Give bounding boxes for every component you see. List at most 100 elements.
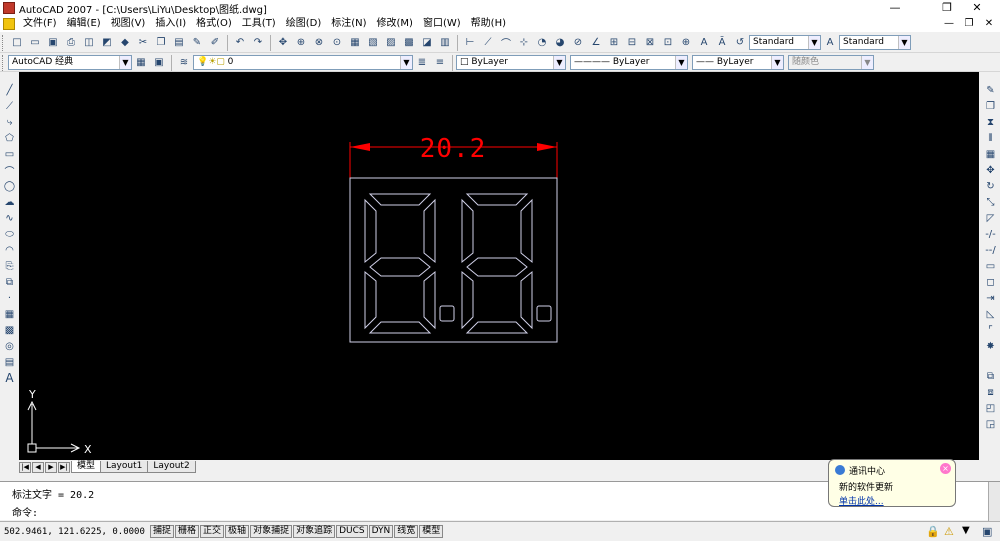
tab-layout2[interactable]: Layout2 — [147, 461, 196, 473]
make-current-layer-icon[interactable]: ≣ — [414, 55, 430, 71]
communication-center-icon[interactable]: ⚠ — [944, 525, 954, 538]
explode-icon[interactable]: ✸ — [983, 338, 999, 354]
tab-prev-icon[interactable]: ◀ — [32, 462, 44, 473]
diameter-dim-icon[interactable]: ⊘ — [570, 35, 586, 51]
send-under-icon[interactable]: ◲ — [983, 416, 999, 432]
offset-icon[interactable]: ⫴ — [983, 130, 999, 146]
make-block-icon[interactable]: ⧉ — [2, 274, 18, 290]
fillet-icon[interactable]: ⌜ — [983, 322, 999, 338]
hatch-icon[interactable]: ▦ — [2, 306, 18, 322]
tab-next-icon[interactable]: ▶ — [45, 462, 57, 473]
scale-icon[interactable]: ⤡ — [983, 194, 999, 210]
minimize-button[interactable]: — — [880, 0, 910, 16]
dim-style-select[interactable]: Standard ▼ — [839, 35, 911, 50]
doc-minimize-button[interactable]: — — [940, 16, 958, 32]
save-icon[interactable]: ▣ — [45, 35, 61, 51]
command-scrollbar[interactable] — [988, 482, 1000, 521]
circle-icon[interactable]: ◯ — [2, 178, 18, 194]
zoom-window-icon[interactable]: ⊗ — [311, 35, 327, 51]
redo-icon[interactable]: ↷ — [250, 35, 266, 51]
tab-layout1[interactable]: Layout1 — [100, 461, 149, 473]
dim-update-icon[interactable]: ↺ — [732, 35, 748, 51]
multiline-text-icon[interactable]: A — [2, 370, 18, 386]
chamfer-icon[interactable]: ◺ — [983, 306, 999, 322]
doc-restore-button[interactable]: ❐ — [960, 16, 978, 32]
menu-view[interactable]: 视图(V) — [106, 16, 151, 32]
paste-icon[interactable]: ▤ — [171, 35, 187, 51]
menu-edit[interactable]: 编辑(E) — [62, 16, 106, 32]
dim-style-icon[interactable]: A — [822, 35, 838, 51]
copy-object-icon[interactable]: ❐ — [983, 98, 999, 114]
design-center-icon[interactable]: ▧ — [365, 35, 381, 51]
mirror-icon[interactable]: ⧗ — [983, 114, 999, 130]
print-icon[interactable]: ⎙ — [63, 35, 79, 51]
close-icon[interactable]: × — [940, 463, 951, 474]
seven-segment-digit-1[interactable] — [364, 193, 455, 334]
quick-dim-icon[interactable]: ⊞ — [606, 35, 622, 51]
otrack-toggle[interactable]: 对象追踪 — [293, 525, 336, 538]
workspace-save-icon[interactable]: ▣ — [151, 55, 167, 71]
polar-toggle[interactable]: 极轴 — [225, 525, 250, 538]
menu-insert[interactable]: 插入(I) — [150, 16, 191, 32]
snap-toggle[interactable]: 捕捉 — [150, 525, 175, 538]
autocad-app-icon[interactable] — [3, 2, 15, 14]
array-icon[interactable]: ▦ — [983, 146, 999, 162]
sheet-set-icon[interactable]: ▩ — [401, 35, 417, 51]
rotate-icon[interactable]: ↻ — [983, 178, 999, 194]
osnap-toggle[interactable]: 对象捕捉 — [250, 525, 293, 538]
bring-to-front-icon[interactable]: ⧉ — [983, 368, 999, 384]
break-at-point-icon[interactable]: ▭ — [983, 258, 999, 274]
doc-close-button[interactable]: ✕ — [980, 16, 998, 32]
toolbar-grip[interactable] — [2, 54, 5, 71]
join-icon[interactable]: ⇥ — [983, 290, 999, 306]
ducs-toggle[interactable]: DUCS — [336, 525, 368, 538]
baseline-dim-icon[interactable]: ⊟ — [624, 35, 640, 51]
stretch-icon[interactable]: ◸ — [983, 210, 999, 226]
properties-icon[interactable]: ▦ — [347, 35, 363, 51]
ellipse-icon[interactable]: ⬭ — [2, 226, 18, 242]
menu-window[interactable]: 窗口(W) — [418, 16, 466, 32]
menu-tools[interactable]: 工具(T) — [237, 16, 281, 32]
undo-icon[interactable]: ↶ — [232, 35, 248, 51]
gradient-icon[interactable]: ▩ — [2, 322, 18, 338]
seven-segment-digit-2[interactable] — [461, 193, 552, 334]
balloon-link[interactable]: 单击此处... — [839, 494, 884, 507]
rectangle-icon[interactable]: ▭ — [2, 146, 18, 162]
linear-dim-icon[interactable]: ⊢ — [462, 35, 478, 51]
layer-select[interactable]: 💡☀▢ 0 ▼ — [193, 55, 413, 70]
spline-icon[interactable]: ∿ — [2, 210, 18, 226]
trim-icon[interactable]: -/- — [983, 226, 999, 242]
markup-icon[interactable]: ◪ — [419, 35, 435, 51]
status-menu-icon[interactable]: ▼ — [962, 525, 970, 536]
table-icon[interactable]: ▤ — [2, 354, 18, 370]
polyline-icon[interactable]: ⤷ — [2, 114, 18, 130]
menu-format[interactable]: 格式(O) — [191, 16, 237, 32]
pan-icon[interactable]: ✥ — [275, 35, 291, 51]
color-select[interactable]: □ ByLayer ▼ — [456, 55, 566, 70]
dim-text-edit-icon[interactable]: Ā — [714, 35, 730, 51]
angular-dim-icon[interactable]: ∠ — [588, 35, 604, 51]
arc-length-dim-icon[interactable]: ⌒ — [498, 35, 514, 51]
block-editor-icon[interactable]: ✐ — [207, 35, 223, 51]
arc-icon[interactable]: ⌒ — [2, 162, 18, 178]
tab-last-icon[interactable]: ▶| — [58, 462, 70, 473]
plot-preview-icon[interactable]: ◫ — [81, 35, 97, 51]
move-icon[interactable]: ✥ — [983, 162, 999, 178]
clean-screen-icon[interactable]: ▣ — [982, 525, 992, 538]
lock-icon[interactable]: 🔒 — [926, 525, 940, 538]
break-icon[interactable]: ◻ — [983, 274, 999, 290]
menu-modify[interactable]: 修改(M) — [372, 16, 418, 32]
menu-draw[interactable]: 绘图(D) — [281, 16, 327, 32]
zoom-previous-icon[interactable]: ⊙ — [329, 35, 345, 51]
cut-icon[interactable]: ✂ — [135, 35, 151, 51]
close-button[interactable]: ✕ — [962, 0, 992, 16]
publish-icon[interactable]: ◩ — [99, 35, 115, 51]
command-prompt[interactable]: 命令: — [12, 504, 38, 519]
center-mark-icon[interactable]: ⊕ — [678, 35, 694, 51]
layer-manager-icon[interactable]: ≋ — [176, 55, 192, 71]
copy-icon[interactable]: ❐ — [153, 35, 169, 51]
aligned-dim-icon[interactable]: ⟋ — [480, 35, 496, 51]
menu-dimension[interactable]: 标注(N) — [326, 16, 371, 32]
region-icon[interactable]: ◎ — [2, 338, 18, 354]
menu-help[interactable]: 帮助(H) — [466, 16, 511, 32]
